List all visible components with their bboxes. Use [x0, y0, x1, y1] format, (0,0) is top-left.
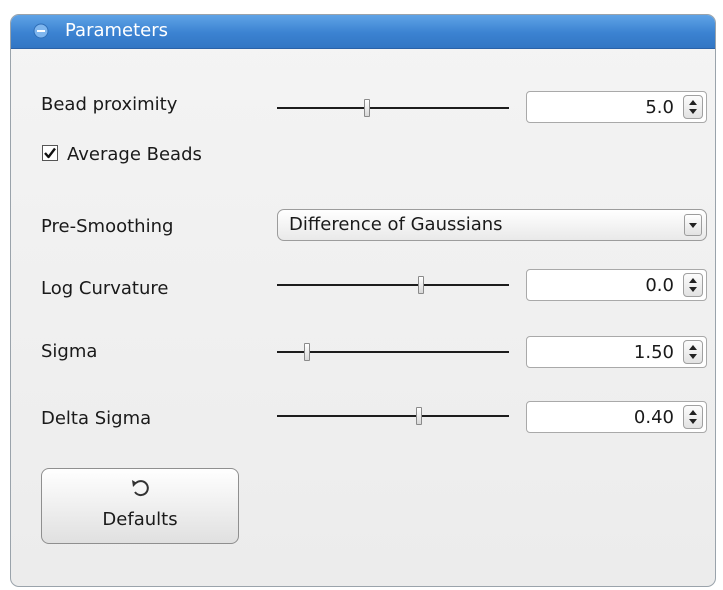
- checkbox-checked-icon[interactable]: [42, 145, 58, 161]
- log-curvature-spinbox[interactable]: 0.0: [526, 269, 707, 301]
- slider-thumb[interactable]: [304, 343, 310, 361]
- panel-header[interactable]: Parameters: [11, 15, 715, 49]
- sigma-spinbox[interactable]: 1.50: [526, 336, 707, 368]
- sigma-label: Sigma: [41, 341, 98, 362]
- slider-track: [277, 415, 509, 417]
- average-beads-label: Average Beads: [67, 144, 202, 165]
- spin-up-icon[interactable]: [689, 278, 697, 283]
- pre-smoothing-select[interactable]: Difference of Gaussians: [277, 209, 707, 241]
- spin-arrows[interactable]: [683, 340, 703, 364]
- spin-up-icon[interactable]: [689, 410, 697, 415]
- slider-track: [277, 107, 509, 109]
- parameters-panel: Parameters Bead proximity 5.0 Average Be…: [10, 14, 716, 587]
- spin-arrows[interactable]: [683, 405, 703, 429]
- spin-up-icon[interactable]: [689, 100, 697, 105]
- log-curvature-slider[interactable]: [277, 274, 509, 298]
- undo-icon: [132, 480, 149, 497]
- slider-track: [277, 351, 509, 353]
- spin-up-icon[interactable]: [689, 345, 697, 350]
- chevron-down-icon: [689, 223, 697, 228]
- defaults-label: Defaults: [102, 509, 178, 530]
- log-curvature-value[interactable]: 0.0: [645, 275, 674, 296]
- bead-proximity-label: Bead proximity: [41, 94, 178, 115]
- collapse-icon[interactable]: [33, 23, 49, 39]
- spin-down-icon[interactable]: [689, 109, 697, 114]
- spin-down-icon[interactable]: [689, 419, 697, 424]
- spin-arrows[interactable]: [683, 273, 703, 297]
- bead-proximity-value[interactable]: 5.0: [645, 97, 674, 118]
- pre-smoothing-value: Difference of Gaussians: [289, 214, 503, 235]
- slider-thumb[interactable]: [364, 99, 370, 117]
- delta-sigma-value[interactable]: 0.40: [634, 407, 674, 428]
- panel-title: Parameters: [65, 20, 169, 41]
- spin-arrows[interactable]: [683, 95, 703, 119]
- sigma-value[interactable]: 1.50: [634, 342, 674, 363]
- pre-smoothing-label: Pre-Smoothing: [41, 216, 174, 237]
- bead-proximity-spinbox[interactable]: 5.0: [526, 91, 707, 123]
- defaults-button[interactable]: Defaults: [41, 468, 239, 544]
- bead-proximity-slider[interactable]: [277, 97, 509, 121]
- spin-down-icon[interactable]: [689, 354, 697, 359]
- dropdown-button[interactable]: [684, 214, 702, 236]
- slider-track: [277, 284, 509, 286]
- slider-thumb[interactable]: [416, 407, 422, 425]
- log-curvature-label: Log Curvature: [41, 278, 169, 299]
- spin-down-icon[interactable]: [689, 287, 697, 292]
- delta-sigma-label: Delta Sigma: [41, 408, 152, 429]
- delta-sigma-slider[interactable]: [277, 405, 509, 429]
- sigma-slider[interactable]: [277, 341, 509, 365]
- slider-thumb[interactable]: [418, 276, 424, 294]
- delta-sigma-spinbox[interactable]: 0.40: [526, 401, 707, 433]
